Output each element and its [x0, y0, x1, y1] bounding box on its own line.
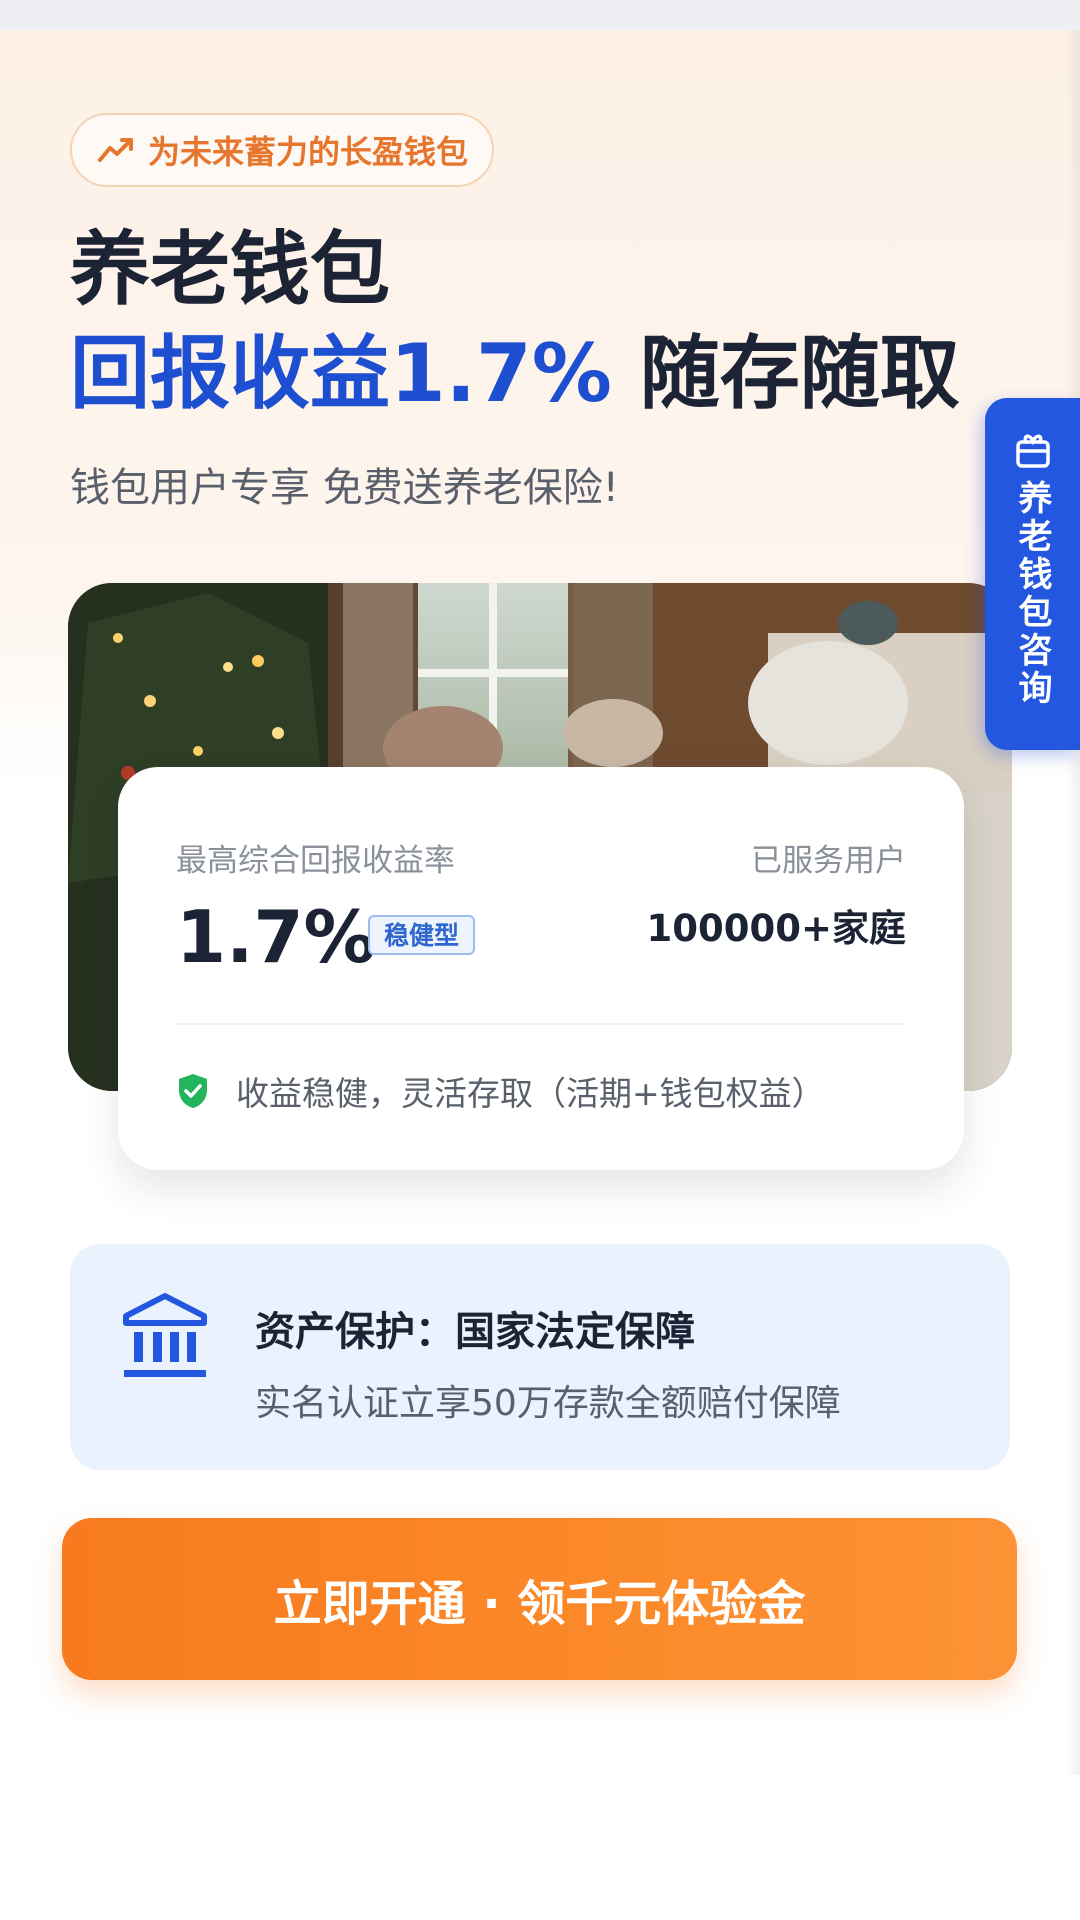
gift-icon — [1015, 434, 1050, 468]
consult-side-tab[interactable]: 养老钱包咨询 — [985, 398, 1080, 750]
protection-title: 资产保护：国家法定保障 — [255, 1309, 695, 1355]
edge-shadow — [1066, 30, 1080, 1775]
consult-side-tab-label: 养老钱包咨询 — [1012, 480, 1052, 708]
rate-headline-highlight: 回报收益1.7% — [70, 327, 612, 420]
stats-card: 最高综合回报收益率 1.7% 稳健型 已服务用户 100000+家庭 收益稳健，… — [118, 767, 964, 1170]
protection-description: 实名认证立享50万存款全额赔付保障 — [255, 1383, 841, 1424]
benefit-note-text: 收益稳健，灵活存取（活期+钱包权益） — [236, 1074, 825, 1113]
users-label: 已服务用户 — [751, 843, 906, 879]
rate-headline-suffix: 随存随取 — [639, 327, 960, 420]
status-strip — [0, 0, 1080, 30]
open-now-button[interactable]: 立即开通 · 领千元体验金 — [62, 1518, 1017, 1680]
risk-badge: 稳健型 — [368, 915, 476, 955]
page-title: 养老钱包 — [70, 223, 390, 316]
page-subtitle: 钱包用户专享 免费送养老保险! — [70, 465, 619, 511]
rate-label: 最高综合回报收益率 — [176, 843, 455, 879]
rate-headline: 回报收益1.7% 随存随取 — [70, 330, 960, 418]
card-divider — [176, 1023, 906, 1025]
rate-value: 1.7% — [176, 895, 376, 979]
slogan-tag-label: 为未来蓄力的长盈钱包 — [148, 133, 469, 171]
asset-protection-box: 资产保护：国家法定保障 实名认证立享50万存款全额赔付保障 — [70, 1244, 1010, 1470]
trend-up-icon — [98, 138, 133, 162]
slogan-tag: 为未来蓄力的长盈钱包 — [70, 113, 495, 187]
shield-check-icon — [179, 1074, 207, 1108]
benefit-note: 收益稳健，灵活存取（活期+钱包权益） — [176, 1067, 825, 1115]
users-value: 100000+家庭 — [646, 907, 906, 950]
bank-icon — [123, 1293, 207, 1377]
